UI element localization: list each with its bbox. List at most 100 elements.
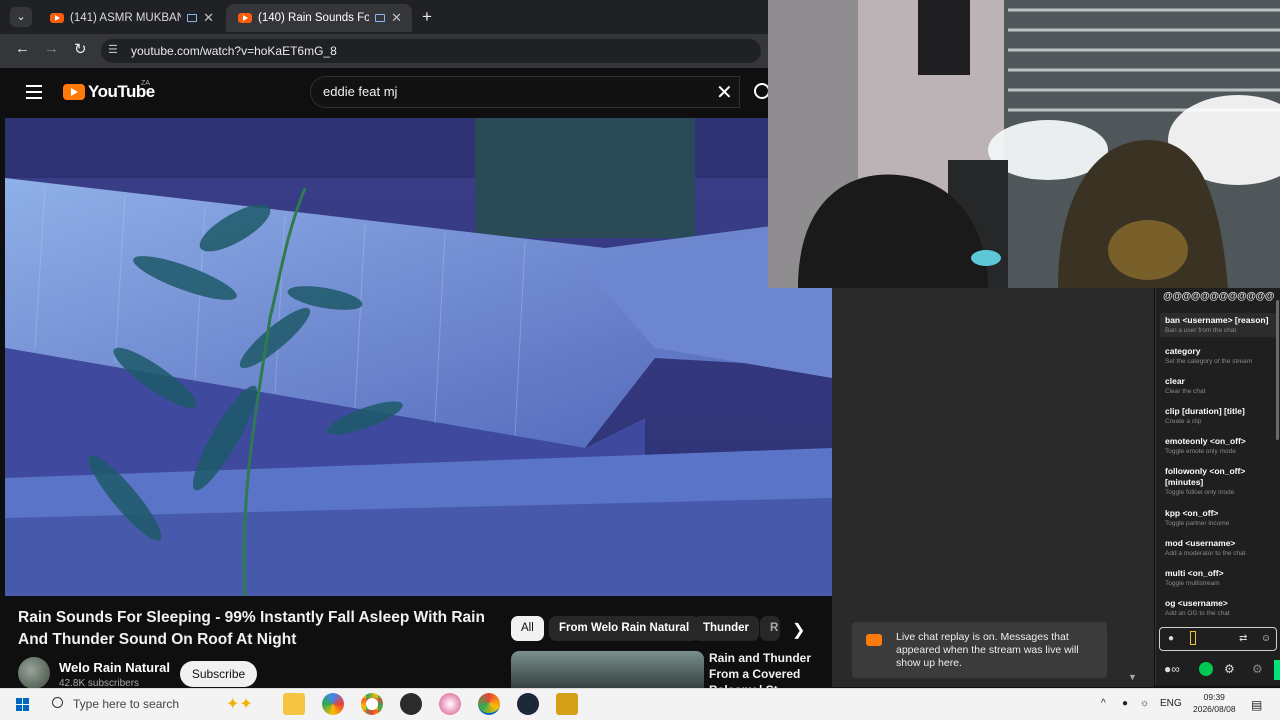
- steam-icon[interactable]: [517, 693, 539, 715]
- chip-thunder[interactable]: Thunder: [693, 616, 759, 641]
- command-description: Create a clip: [1165, 418, 1202, 425]
- command-item-og[interactable]: og <username> Add an OG to the chat: [1165, 598, 1275, 617]
- network-icon[interactable]: ☼: [1140, 698, 1149, 709]
- webcam-overlay: [768, 0, 1280, 288]
- microphone-icon[interactable]: ●: [1122, 698, 1128, 709]
- command-name: clip [duration] [title]: [1165, 406, 1245, 416]
- tab-search-chevron-icon[interactable]: ⌄: [10, 7, 32, 27]
- channel-avatar[interactable]: [18, 657, 50, 689]
- command-description: Set the category of the stream: [1165, 358, 1253, 365]
- video-player[interactable]: [5, 118, 832, 596]
- command-name: category: [1165, 346, 1201, 356]
- recommended-thumbnail[interactable]: [511, 651, 704, 691]
- close-tab-icon[interactable]: ✕: [203, 10, 214, 26]
- chip-truncated[interactable]: R: [760, 616, 780, 641]
- forward-arrow-icon[interactable]: →: [44, 40, 59, 57]
- chrome-icon[interactable]: [361, 693, 383, 715]
- taskbar-search-input[interactable]: Type here to search: [73, 697, 179, 711]
- tray-chevron-up-icon[interactable]: ^: [1101, 698, 1106, 709]
- photos-app-icon[interactable]: [322, 693, 344, 715]
- chat-input[interactable]: [1159, 627, 1277, 651]
- users-icon[interactable]: ●∞: [1164, 662, 1180, 676]
- chrome-active-icon[interactable]: [478, 693, 500, 715]
- webcam-frame: [768, 0, 1280, 288]
- command-item-clear[interactable]: clear Clear the chat: [1165, 376, 1275, 395]
- command-list-scrollbar[interactable]: [1276, 300, 1279, 440]
- clock-time: 09:39: [1203, 692, 1225, 702]
- taskbar-search-icon[interactable]: [52, 697, 63, 708]
- cast-icon: [375, 14, 386, 22]
- settings-gear-icon[interactable]: ⚙: [1224, 662, 1235, 676]
- browser-tab-rain-sounds[interactable]: (140) Rain Sounds For Sleep ✕: [226, 4, 412, 32]
- command-name: multi <on_off>: [1165, 568, 1224, 578]
- back-arrow-icon[interactable]: ←: [15, 40, 30, 57]
- command-description: Toggle multistream: [1165, 580, 1220, 587]
- command-item-followonly[interactable]: followonly <on_off> [minutes] Toggle fol…: [1165, 466, 1275, 496]
- command-name: ban <username> [reason]: [1165, 315, 1269, 325]
- text-cursor-icon: [1190, 631, 1196, 645]
- kick-logo-icon[interactable]: [1199, 662, 1213, 676]
- site-info-icon[interactable]: ☰: [108, 43, 122, 57]
- video-title: Rain Sounds For Sleeping - 99% Instantly…: [18, 609, 485, 648]
- clock-date: 2026/08/08: [1193, 704, 1236, 714]
- sparkle-decoration-icon: ✦✦: [226, 696, 253, 713]
- chevron-down-icon[interactable]: ▼: [1128, 672, 1137, 682]
- windows-start-icon[interactable]: [16, 698, 29, 711]
- command-item-mod[interactable]: mod <username> Add a moderator to the ch…: [1165, 538, 1275, 557]
- chevron-right-icon[interactable]: ❯: [792, 620, 805, 640]
- gear-secondary-icon[interactable]: ⚙: [1252, 662, 1263, 676]
- paint-app-icon[interactable]: [439, 693, 461, 715]
- cast-icon: [187, 14, 198, 22]
- command-item-emoteonly[interactable]: emoteonly <on_off> Toggle emote only mod…: [1165, 436, 1275, 455]
- command-item-clip[interactable]: clip [duration] [title] Create a clip: [1165, 406, 1275, 425]
- obs-icon[interactable]: [400, 693, 422, 715]
- command-name: mod <username>: [1165, 538, 1236, 548]
- command-description: Add an OG to the chat: [1165, 610, 1230, 617]
- command-item-multi[interactable]: multi <on_off> Toggle multistream: [1165, 568, 1275, 587]
- command-description: Ban a user from the chat: [1165, 327, 1237, 334]
- chip-from-channel[interactable]: From Welo Rain Natural: [549, 616, 700, 641]
- youtube-logo-icon[interactable]: [63, 84, 85, 100]
- command-name: kpp <on_off>: [1165, 508, 1219, 518]
- command-name: clear: [1165, 376, 1185, 386]
- clear-search-icon[interactable]: ✕: [716, 80, 733, 105]
- command-description: Clear the chat: [1165, 388, 1206, 395]
- reload-icon[interactable]: ↻: [74, 40, 87, 58]
- tab-title: (140) Rain Sounds For Sleep: [258, 12, 370, 24]
- system-clock[interactable]: 09:39 2026/08/08: [1193, 691, 1236, 715]
- tab-title: (141) ASMR MUKBANG | M: [70, 12, 182, 24]
- command-description: Toggle partner income: [1165, 520, 1230, 527]
- file-explorer-icon[interactable]: [283, 693, 305, 715]
- country-code: ZA: [141, 80, 150, 87]
- close-tab-icon[interactable]: ✕: [391, 10, 402, 26]
- youtube-live-icon: [866, 634, 882, 646]
- youtube-favicon-icon: [50, 13, 64, 23]
- command-name: emoteonly <on_off>: [1165, 436, 1246, 446]
- language-indicator[interactable]: ENG: [1160, 698, 1182, 709]
- url-text[interactable]: youtube.com/watch?v=hoKaET6mG_8: [131, 44, 337, 58]
- command-item-ban[interactable]: ban <username> [reason] Ban a user from …: [1160, 313, 1276, 337]
- translate-icon[interactable]: ⇄: [1239, 633, 1247, 644]
- command-description: Toggle follow only mode: [1165, 489, 1235, 496]
- menu-icon[interactable]: [26, 85, 42, 99]
- command-item-category[interactable]: category Set the category of the stream: [1165, 346, 1275, 365]
- chat-message-text: @@@@@@@@@@@@: [1163, 291, 1275, 302]
- chip-all[interactable]: All: [511, 616, 544, 641]
- video-frame-rain-roof: [5, 118, 832, 596]
- game-app-icon[interactable]: [556, 693, 578, 715]
- send-button[interactable]: [1274, 660, 1280, 680]
- new-tab-button[interactable]: +: [422, 7, 432, 27]
- search-query[interactable]: eddie feat mj: [323, 84, 397, 99]
- browser-tab-asmr[interactable]: (141) ASMR MUKBANG | M ✕: [38, 4, 224, 32]
- notifications-icon[interactable]: ▤: [1251, 698, 1262, 712]
- command-description: Add a moderator to the chat: [1165, 550, 1246, 557]
- chat-replay-text: Live chat replay is on. Messages that ap…: [896, 631, 1079, 669]
- command-item-kpp[interactable]: kpp <on_off> Toggle partner income: [1165, 508, 1275, 527]
- command-name: followonly <on_off> [minutes]: [1165, 466, 1246, 487]
- shield-icon[interactable]: ●: [1168, 633, 1174, 644]
- youtube-favicon-icon: [238, 13, 252, 23]
- emoji-icon[interactable]: ☺: [1261, 633, 1271, 644]
- subscribe-button[interactable]: Subscribe: [180, 661, 257, 687]
- command-name: og <username>: [1165, 598, 1228, 608]
- channel-name[interactable]: Welo Rain Natural: [59, 660, 170, 675]
